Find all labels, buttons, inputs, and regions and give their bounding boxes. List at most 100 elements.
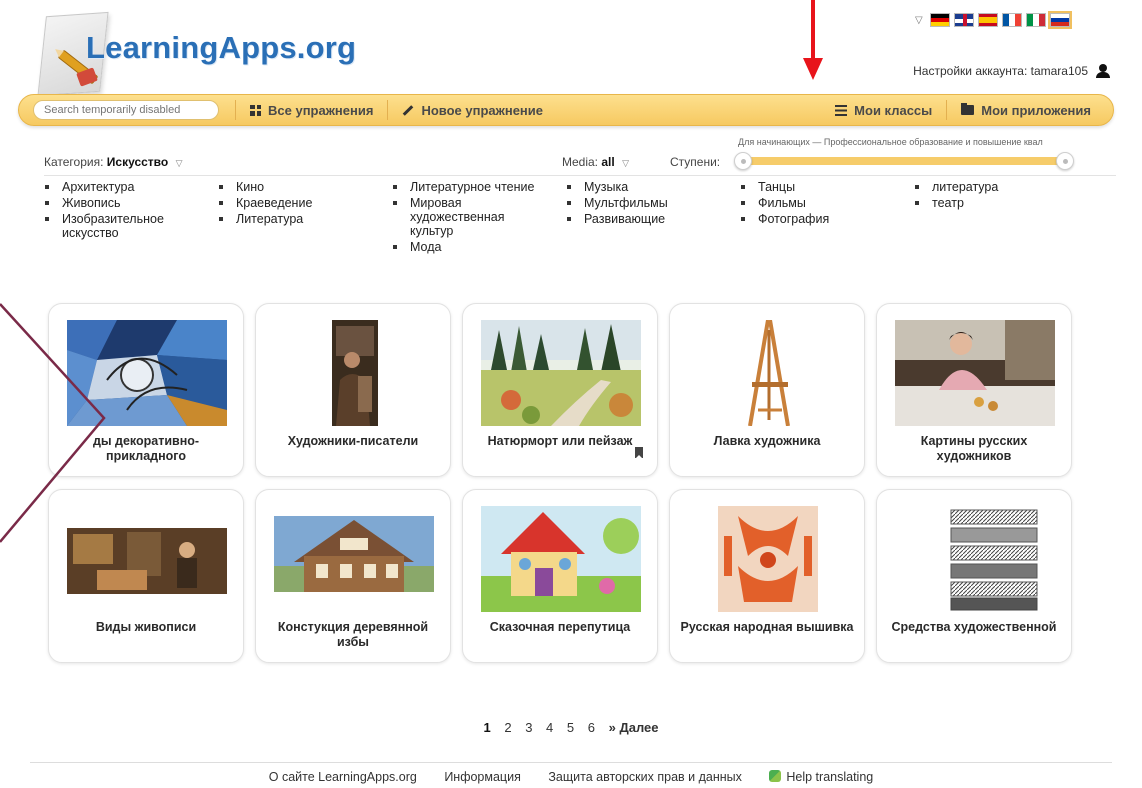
app-card[interactable]: Лавка художника <box>669 303 865 477</box>
hatching-chart-thumbnail <box>895 506 1055 612</box>
stages-label: Ступени: <box>670 155 721 169</box>
flag-russian-icon[interactable] <box>1047 11 1072 29</box>
footer: О сайте LearningApps.org Информация Защи… <box>0 770 1142 784</box>
category-column: Музыка Мультфильмы Развивающие <box>566 180 736 228</box>
annotation-arrow-shaft <box>811 0 815 62</box>
category-link[interactable]: Краеведение <box>218 196 388 210</box>
user-icon[interactable] <box>1096 64 1110 78</box>
nav-new-exercise[interactable]: Новое упражнение <box>387 100 557 120</box>
flag-spanish-icon[interactable] <box>977 13 998 27</box>
category-link[interactable]: театр <box>914 196 1084 210</box>
footer-divider <box>30 762 1112 763</box>
category-column: Кино Краеведение Литература <box>218 180 388 228</box>
list-icon <box>835 104 848 116</box>
app-card[interactable]: Натюрморт или пейзаж <box>462 303 658 477</box>
app-card[interactable]: Сказочная перепутица <box>462 489 658 663</box>
category-link[interactable]: Архитектура <box>44 180 214 194</box>
logo-text[interactable]: LearningApps.org <box>86 30 356 66</box>
nav-my-classes[interactable]: Мои классы <box>821 100 946 120</box>
level-slider[interactable] <box>734 152 1074 170</box>
account-label[interactable]: Настройки аккаунта: tamara105 <box>913 64 1088 78</box>
level-slider-max-handle[interactable] <box>1056 152 1074 170</box>
grid-icon <box>250 104 261 116</box>
footer-about-link[interactable]: О сайте LearningApps.org <box>269 770 417 784</box>
page-link[interactable]: 5 <box>567 720 574 735</box>
translate-icon <box>769 770 782 782</box>
nav-new-exercise-label: Новое упражнение <box>421 102 544 118</box>
app-card[interactable]: Констукция деревянной избы <box>255 489 451 663</box>
media-label: Media: <box>562 155 599 169</box>
app-card-title[interactable]: Русская народная вышивка <box>680 620 854 635</box>
category-link[interactable]: Танцы <box>740 180 910 194</box>
nav-my-apps-label: Мои приложения <box>981 102 1091 118</box>
app-card[interactable]: Картины русских художников <box>876 303 1072 477</box>
category-link[interactable]: Развивающие <box>566 212 736 226</box>
page-link[interactable]: 6 <box>588 720 595 735</box>
category-link[interactable]: литература <box>914 180 1084 194</box>
app-card-title[interactable]: Лавка художника <box>680 434 854 449</box>
app-card-title[interactable]: Картины русских художников <box>887 434 1061 464</box>
footer-privacy-link[interactable]: Защита авторских прав и данных <box>548 770 742 784</box>
category-label: Категория: <box>44 155 104 169</box>
category-column: литература театр <box>914 180 1084 212</box>
page-link[interactable]: 4 <box>546 720 553 735</box>
embroidery-thumbnail <box>688 506 848 612</box>
chevron-down-icon[interactable]: ▽ <box>176 158 183 168</box>
category-link[interactable]: Кино <box>218 180 388 194</box>
category-link[interactable]: Живопись <box>44 196 214 210</box>
painting-portrait-thumbnail <box>274 320 434 426</box>
category-value: Искусство <box>106 155 169 169</box>
category-link[interactable]: Фильмы <box>740 196 910 210</box>
page-link[interactable]: 2 <box>504 720 511 735</box>
language-dropdown-icon[interactable]: ▽ <box>915 15 923 26</box>
folder-icon <box>961 103 975 115</box>
levels-range-label: Для начинающих — Профессиональное образо… <box>738 137 1043 147</box>
app-card-title[interactable]: Виды живописи <box>59 620 233 635</box>
page-link[interactable]: 3 <box>525 720 532 735</box>
chevron-down-icon[interactable]: ▽ <box>622 158 629 168</box>
pencil-icon <box>403 104 414 116</box>
category-link[interactable]: Фотография <box>740 212 910 226</box>
category-link[interactable]: Мода <box>392 240 562 254</box>
level-slider-track[interactable] <box>740 157 1068 165</box>
category-link[interactable]: Изобразительное искусство <box>44 212 194 240</box>
category-link[interactable]: Мультфильмы <box>566 196 736 210</box>
footer-info-link[interactable]: Информация <box>444 770 521 784</box>
pagination: 1 2 3 4 5 6 » Далее <box>0 720 1142 735</box>
page: LearningApps.org ▽ Настройки аккаунта: t… <box>0 0 1142 788</box>
flag-german-icon[interactable] <box>929 13 950 27</box>
category-link[interactable]: Мировая художественная культур <box>392 196 542 238</box>
nav-all-exercises-label: Все упражнения <box>268 102 374 118</box>
next-page-link[interactable]: » Далее <box>609 720 659 735</box>
category-link[interactable]: Музыка <box>566 180 736 194</box>
app-card-title[interactable]: Сказочная перепутица <box>473 620 647 635</box>
app-card-title[interactable]: Художники-писатели <box>266 434 440 449</box>
footer-help-translating-link[interactable]: Help translating <box>769 770 873 784</box>
nav-my-classes-label: Мои классы <box>854 102 933 118</box>
page-link[interactable]: 1 <box>483 720 490 735</box>
app-card-title[interactable]: Констукция деревянной избы <box>266 620 440 650</box>
flag-english-icon[interactable] <box>953 13 974 27</box>
flag-italian-icon[interactable] <box>1025 13 1046 27</box>
app-card-title[interactable]: Натюрморт или пейзаж <box>473 434 647 449</box>
bookmark-icon[interactable] <box>635 447 643 459</box>
level-slider-min-handle[interactable] <box>734 152 752 170</box>
footer-help-label: Help translating <box>786 770 874 784</box>
account-settings[interactable]: Настройки аккаунта: tamara105 <box>913 64 1110 78</box>
media-filter[interactable]: Media: all ▽ <box>562 155 629 169</box>
girl-with-peaches-thumbnail <box>895 320 1055 426</box>
category-link[interactable]: Литература <box>218 212 388 226</box>
nav-all-exercises[interactable]: Все упражнения <box>235 100 387 120</box>
landscape-thumbnail <box>481 320 641 426</box>
flag-french-icon[interactable] <box>1001 13 1022 27</box>
app-card[interactable]: Русская народная вышивка <box>669 489 865 663</box>
nav-my-apps[interactable]: Мои приложения <box>946 100 1113 120</box>
search-input[interactable] <box>33 100 219 120</box>
category-filter[interactable]: Категория: Искусство ▽ <box>44 155 183 169</box>
divider <box>44 175 1116 176</box>
app-card[interactable]: Средства художественной <box>876 489 1072 663</box>
category-link[interactable]: Литературное чтение <box>392 180 562 194</box>
app-card-title[interactable]: Средства художественной <box>887 620 1061 635</box>
easel-thumbnail <box>688 320 848 426</box>
app-card[interactable]: Художники-писатели <box>255 303 451 477</box>
